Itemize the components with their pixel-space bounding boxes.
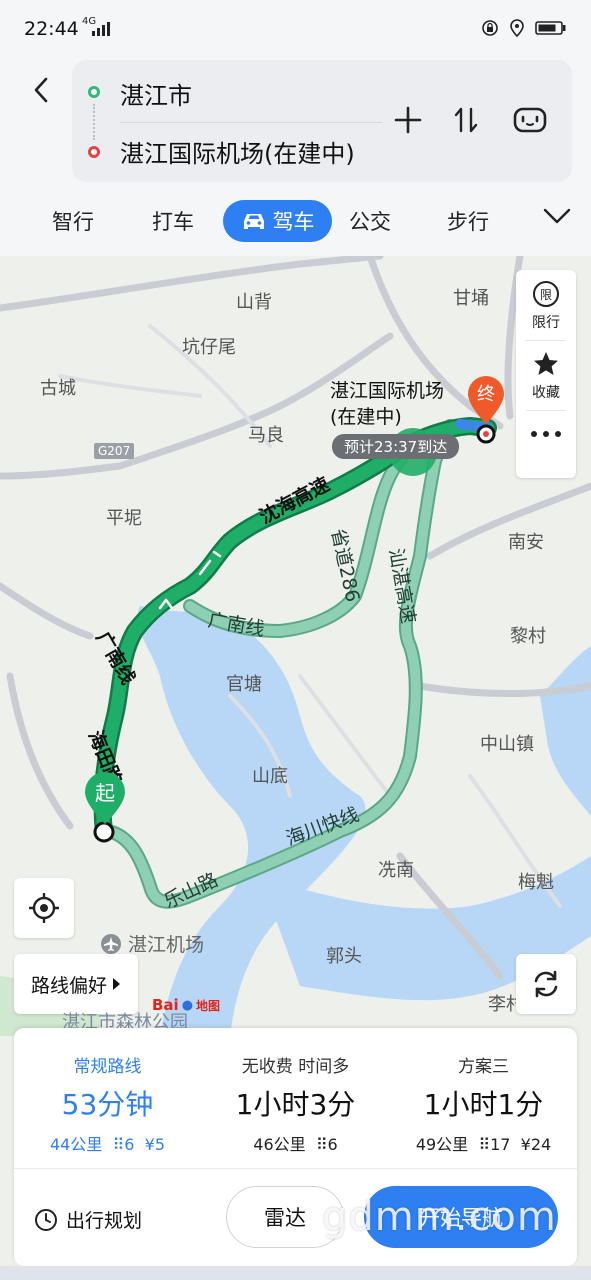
eta-badge: 预计23:37到达	[332, 434, 460, 459]
place-label: 郭头	[326, 946, 362, 967]
location-status-icon	[510, 19, 524, 37]
airport-poi[interactable]: 湛江机场	[100, 930, 204, 957]
chevron-left-icon	[34, 77, 48, 103]
star-icon	[534, 352, 558, 375]
favorite-button[interactable]: 收藏	[516, 350, 576, 402]
tab-transit[interactable]: 公交	[349, 206, 391, 236]
place-label: 平坭	[106, 508, 142, 529]
tab-taxi[interactable]: 打车	[152, 206, 194, 236]
destination-field[interactable]: 湛江国际机场(在建中)	[120, 134, 355, 169]
locate-me-button[interactable]	[14, 878, 74, 938]
baidu-map-logo: Bai ● 地图	[152, 996, 221, 1014]
destination-map-label: 湛江国际机场 (在建中)	[330, 380, 445, 428]
map-canvas	[0, 256, 591, 1036]
origin-dot-icon	[88, 86, 100, 98]
svg-text:限: 限	[540, 288, 552, 302]
svg-text:终: 终	[477, 384, 495, 405]
route-preference-button[interactable]: 路线偏好	[14, 954, 138, 1014]
more-modes-button[interactable]	[542, 206, 572, 230]
trip-plan-button[interactable]: 出行规划	[34, 1206, 142, 1233]
tab-drive-label: 驾车	[272, 210, 315, 234]
svg-text:起: 起	[95, 781, 115, 805]
robot-icon	[513, 107, 547, 133]
traffic-limit-button[interactable]: 限 限行	[516, 280, 576, 332]
more-options-button[interactable]	[516, 428, 576, 444]
place-label: 南安	[508, 532, 544, 553]
status-bar: 22:44 4G	[0, 0, 591, 60]
plus-icon	[394, 106, 422, 134]
start-marker-icon[interactable]: 起	[82, 770, 128, 826]
lock-rotation-icon	[482, 20, 498, 36]
place-label: 中山镇	[480, 734, 534, 755]
place-label: 马良	[248, 425, 284, 446]
place-label: 黎村	[510, 626, 546, 647]
traffic-light-icon: ⠿	[473, 1135, 491, 1154]
swap-route-button[interactable]	[448, 102, 484, 138]
battery-icon	[535, 21, 566, 35]
signal-icon	[92, 22, 110, 36]
tab-walk[interactable]: 步行	[447, 206, 489, 236]
place-label: 古城	[40, 378, 76, 399]
transport-mode-tabs: 智行 打车 驾车 公交 步行	[0, 200, 591, 244]
place-label: 甘埇	[453, 288, 489, 309]
baidu-paw-icon: ●	[181, 997, 194, 1013]
add-waypoint-button[interactable]	[390, 102, 426, 138]
route-input-box: 湛江市 湛江国际机场(在建中)	[72, 60, 572, 182]
swap-icon	[454, 107, 478, 133]
plan-option-1[interactable]: 常规路线 53分钟 44公里 ⠿6 ¥5	[14, 1028, 201, 1168]
road-shield: G207	[94, 443, 135, 459]
traffic-light-icon: ⠿	[310, 1135, 328, 1154]
map-side-toolbar: 限 限行 收藏	[516, 270, 576, 478]
status-time: 22:44	[24, 18, 79, 40]
plan-option-3[interactable]: 方案三 1小时1分 49公里 ⠿17 ¥24	[390, 1028, 577, 1168]
traffic-light-icon: ⠿	[107, 1135, 125, 1154]
refresh-icon	[534, 970, 558, 998]
place-label: 山背	[236, 292, 272, 313]
route-header: 湛江市 湛江国际机场(在建中) 智行 打车 驾车 公交 步行	[0, 60, 591, 256]
car-icon	[243, 214, 264, 229]
chevron-down-icon	[543, 208, 571, 224]
limit-icon: 限	[533, 281, 559, 307]
clock-icon	[35, 1208, 57, 1231]
origin-field[interactable]: 湛江市	[120, 76, 192, 111]
place-label: 坑仔尾	[182, 337, 236, 358]
back-button[interactable]	[26, 72, 56, 108]
tab-smart[interactable]: 智行	[52, 206, 94, 236]
plan-option-2[interactable]: 无收费 时间多 1小时3分 46公里 ⠿6	[202, 1028, 389, 1168]
place-label: 山底	[252, 766, 288, 787]
crosshair-icon	[29, 893, 59, 923]
more-dots-icon	[531, 431, 561, 437]
watermark: gdmm.com	[322, 1194, 557, 1240]
plane-icon	[101, 933, 121, 954]
tab-drive[interactable]: 驾车	[223, 200, 332, 242]
end-marker-icon[interactable]: 终	[466, 374, 506, 426]
refresh-route-button[interactable]	[516, 954, 576, 1014]
destination-dot-icon	[88, 146, 100, 158]
caret-right-icon	[113, 978, 120, 990]
place-label: 梅魁	[518, 872, 554, 893]
place-label: 官塘	[226, 674, 262, 695]
place-label: 冼南	[378, 860, 414, 881]
map-view[interactable]: 山背 甘埇 坑仔尾 古城 马良 平坭 南安 官塘 黎村 中山镇 山底 冼南 梅魁…	[0, 256, 591, 1036]
voice-assistant-button[interactable]	[512, 102, 548, 138]
